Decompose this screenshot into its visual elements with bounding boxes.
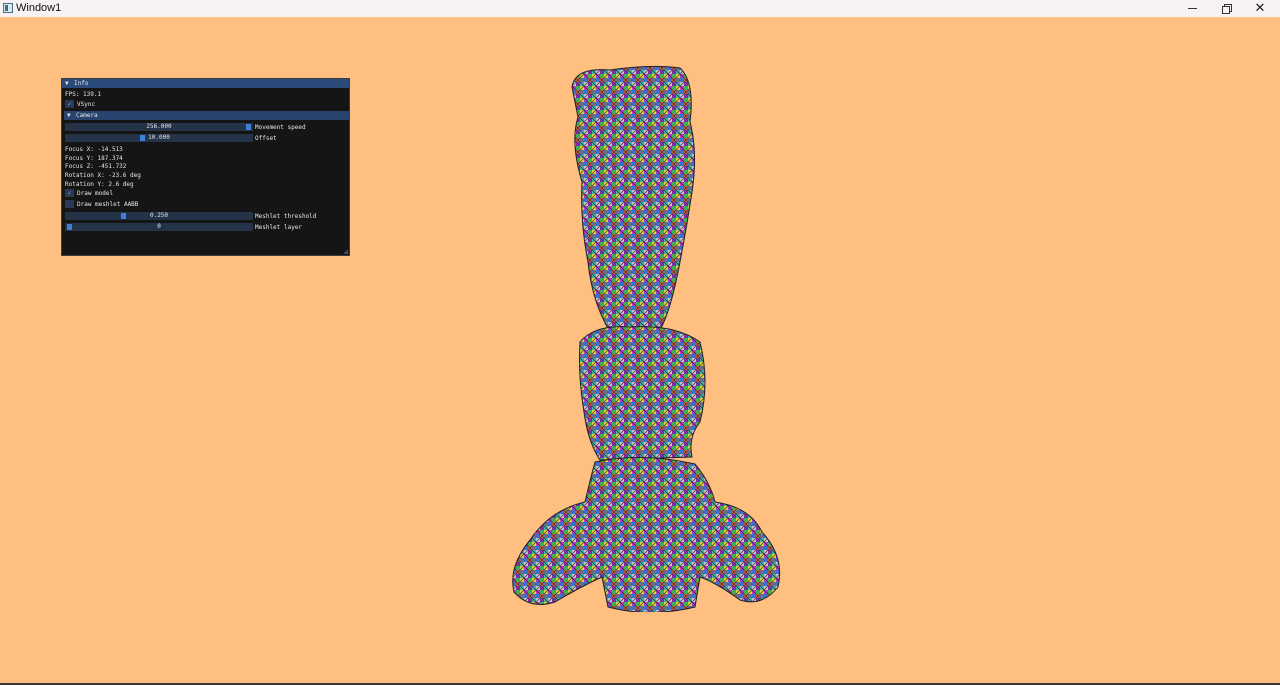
info-panel-title: Info [74, 80, 89, 87]
camera-section-label: Camera [76, 112, 98, 119]
draw-aabb-checkbox[interactable] [65, 200, 74, 208]
movement-speed-label: Movement speed [255, 124, 306, 131]
meshlet-threshold-value: 0.250 [149, 212, 169, 219]
focus-x-text: Focus X: -14.513 [65, 146, 123, 153]
minimize-button[interactable] [1175, 0, 1209, 17]
restore-icon [1221, 4, 1232, 14]
rotation-y-text: Rotation Y: 2.6 deg [65, 181, 134, 188]
draw-model-checkbox[interactable]: ✓ [65, 189, 74, 197]
movement-speed-value: 256.000 [146, 123, 172, 130]
minimize-icon [1187, 8, 1197, 9]
close-button[interactable]: ✕ [1243, 0, 1277, 17]
maximize-button[interactable] [1209, 0, 1243, 17]
offset-value: 10.000 [148, 134, 170, 141]
info-panel[interactable]: ▼ Info FPS: 139.1 ✓ VSync ▼ Camera 256.0… [61, 78, 350, 256]
window-titlebar[interactable]: Window1 ✕ [0, 0, 1280, 17]
meshlet-model-render [512, 65, 781, 612]
offset-slider[interactable]: 10.000 [65, 134, 253, 142]
camera-section-header[interactable]: ▼ Camera [64, 111, 349, 120]
triangle-down-icon: ▼ [67, 112, 71, 119]
meshlet-layer-label: Meshlet layer [255, 224, 302, 231]
meshlet-threshold-slider[interactable]: 0.250 [65, 212, 253, 220]
window-title: Window1 [16, 2, 62, 14]
fps-text: FPS: 139.1 [65, 91, 102, 98]
meshlet-threshold-label: Meshlet threshold [255, 213, 317, 220]
focus-z-text: Focus Z: -451.732 [65, 163, 127, 170]
app-icon [3, 3, 13, 13]
offset-label: Offset [255, 135, 277, 142]
close-icon: ✕ [1254, 1, 1266, 16]
draw-model-label: Draw model [77, 190, 114, 197]
rotation-x-text: Rotation X: -23.6 deg [65, 172, 141, 179]
draw-aabb-label: Draw meshlet AABB [77, 201, 139, 208]
movement-speed-slider[interactable]: 256.000 [65, 123, 253, 131]
resize-grip[interactable] [343, 249, 348, 254]
triangle-down-icon: ▼ [65, 80, 69, 87]
checkmark-icon: ✓ [67, 100, 72, 108]
info-panel-header[interactable]: ▼ Info [62, 79, 349, 88]
vsync-checkbox[interactable]: ✓ [65, 100, 74, 108]
meshlet-layer-value: 0 [157, 223, 161, 230]
checkmark-icon: ✓ [67, 189, 72, 197]
vsync-label: VSync [77, 101, 96, 108]
render-viewport[interactable]: ▼ Info FPS: 139.1 ✓ VSync ▼ Camera 256.0… [0, 17, 1280, 685]
meshlet-layer-slider[interactable]: 0 [65, 223, 253, 231]
